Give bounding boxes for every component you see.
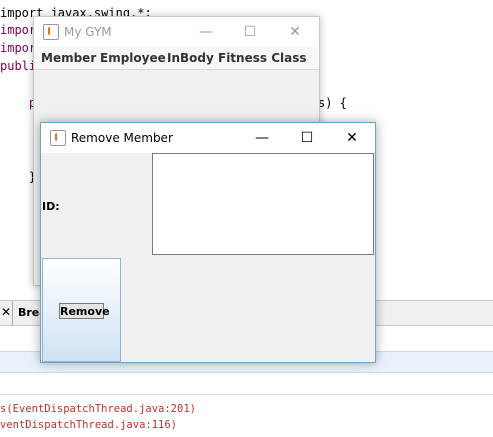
console-divider xyxy=(0,394,493,395)
code-line: s) { xyxy=(318,96,347,110)
code-line: } xyxy=(0,170,37,184)
id-label: ID: xyxy=(42,200,60,213)
remove-button-panel: Remove xyxy=(42,258,121,362)
close-icon[interactable]: ✕ xyxy=(330,127,374,149)
gym-menubar: Member Employee InBody Fitness Class xyxy=(34,47,319,70)
code-line: publi xyxy=(0,59,37,73)
maximize-icon[interactable]: ☐ xyxy=(285,127,329,149)
menu-employee[interactable]: Employee xyxy=(100,51,166,65)
gym-window-title: My GYM xyxy=(64,25,112,39)
java-cup-icon xyxy=(43,24,59,40)
id-input[interactable] xyxy=(152,153,374,255)
gym-titlebar[interactable]: My GYM — ☐ ✕ xyxy=(34,17,319,47)
close-icon[interactable]: ✕ xyxy=(273,21,317,43)
menu-inbody[interactable]: InBody xyxy=(167,51,214,65)
remove-member-window: Remove Member — ☐ ✕ ID: Remove xyxy=(40,122,376,363)
code-line: impor xyxy=(0,23,37,37)
minimize-icon[interactable]: — xyxy=(240,127,284,149)
maximize-icon[interactable]: ☐ xyxy=(228,21,272,43)
tab-divider xyxy=(12,301,13,325)
code-line: p xyxy=(0,96,37,110)
menu-fitness-class[interactable]: Fitness Class xyxy=(218,51,307,65)
console-line: ventDispatchThread.java:116) xyxy=(0,419,178,431)
code-line: impor xyxy=(0,41,37,55)
console-line: s(EventDispatchThread.java:201) xyxy=(0,403,196,415)
minimize-icon[interactable]: — xyxy=(184,21,228,43)
close-icon[interactable]: ✕ xyxy=(1,305,11,319)
remove-titlebar[interactable]: Remove Member — ☐ ✕ xyxy=(41,123,375,153)
java-cup-icon xyxy=(50,130,66,146)
menu-member[interactable]: Member xyxy=(41,51,96,65)
remove-window-title: Remove Member xyxy=(71,131,173,145)
remove-button[interactable]: Remove xyxy=(59,303,110,319)
